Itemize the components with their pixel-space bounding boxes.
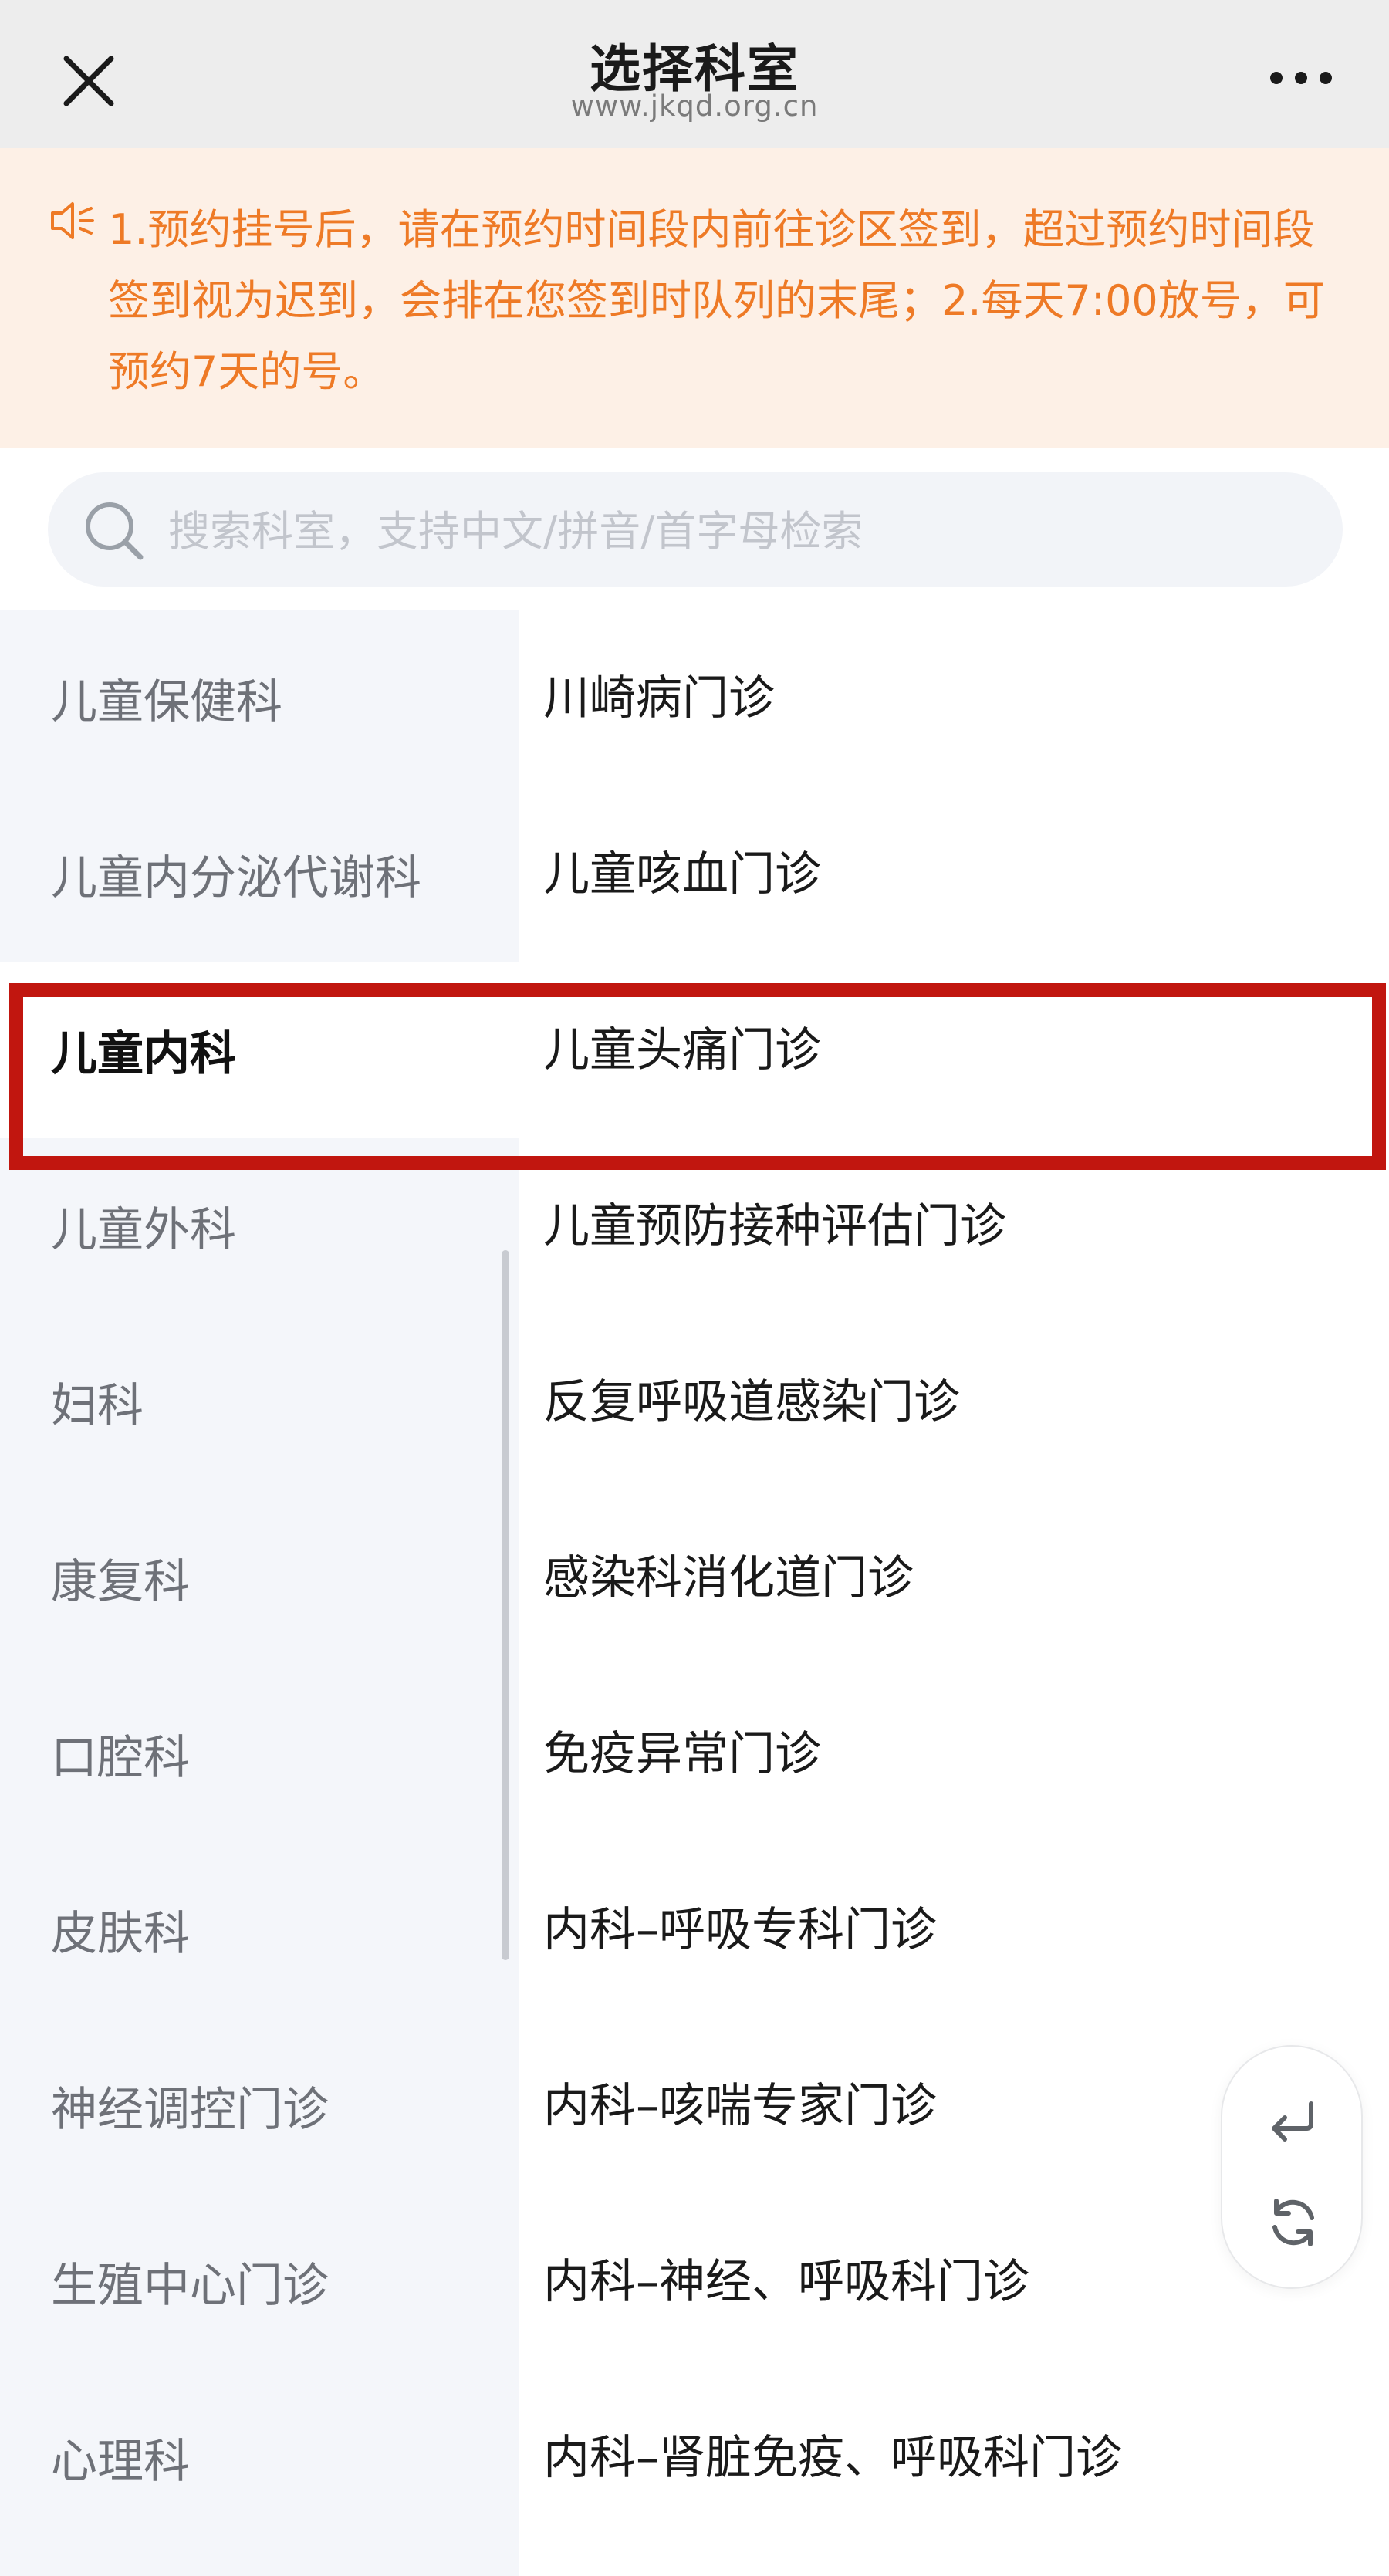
return-button[interactable] [1262, 2091, 1324, 2153]
clinic-item[interactable]: 儿童咳血门诊 [543, 786, 1361, 962]
department-list: 儿童保健科 儿童内分泌代谢科 儿童内科 儿童外科 妇科 康复科 口腔科 皮肤科 … [0, 610, 519, 2576]
more-icon [1270, 72, 1332, 84]
clinic-item[interactable]: 内科–呼吸专科门诊 [543, 1841, 1361, 2017]
clinic-item[interactable]: 川崎病门诊 [543, 610, 1361, 786]
department-item[interactable]: 心理科 [0, 2369, 519, 2545]
scrollbar[interactable] [502, 1250, 509, 1960]
speaker-icon [51, 202, 94, 239]
clinic-item[interactable]: 免疫异常门诊 [543, 1665, 1361, 1841]
department-item[interactable]: 神经调控门诊 [0, 2017, 519, 2193]
clinic-item[interactable]: 内科–肾脏免疫、呼吸科门诊 [543, 2369, 1361, 2545]
search-input[interactable] [167, 500, 1309, 562]
page: 选择科室 www.jkqd.org.cn 1.预约挂号后，请在预约时间段内前往诊… [0, 0, 1389, 2576]
clinic-item[interactable]: 感染科消化道门诊 [543, 1489, 1361, 1665]
clinic-list: 川崎病门诊 儿童咳血门诊 儿童头痛门诊 儿童预防接种评估门诊 反复呼吸道感染门诊… [519, 610, 1389, 2576]
clinic-item[interactable]: 反复呼吸道感染门诊 [543, 1313, 1361, 1489]
department-item[interactable]: 口腔科 [0, 1665, 519, 1841]
department-item[interactable]: 妇科 [0, 1313, 519, 1489]
department-item[interactable]: 生殖中心门诊 [0, 2193, 519, 2369]
department-item[interactable]: 儿童保健科 [0, 610, 519, 786]
header-bar: 选择科室 www.jkqd.org.cn [0, 0, 1389, 148]
department-item[interactable]: 康复科 [0, 1489, 519, 1665]
page-url: www.jkqd.org.cn [570, 90, 819, 123]
search-icon [86, 502, 144, 560]
highlight-annotation-box [9, 983, 1386, 1170]
refresh-button[interactable] [1262, 2192, 1324, 2253]
more-button[interactable] [1261, 49, 1341, 106]
return-icon [1272, 2101, 1313, 2142]
notice-text: 1.预约挂号后，请在预约时间段内前往诊区签到，超过预约时间段签到视为迟到，会排在… [108, 205, 1325, 396]
refresh-icon [1272, 2199, 1314, 2246]
department-item[interactable]: 儿童内分泌代谢科 [0, 786, 519, 962]
department-item[interactable]: 皮肤科 [0, 1841, 519, 2017]
floating-action-panel [1221, 2045, 1363, 2289]
